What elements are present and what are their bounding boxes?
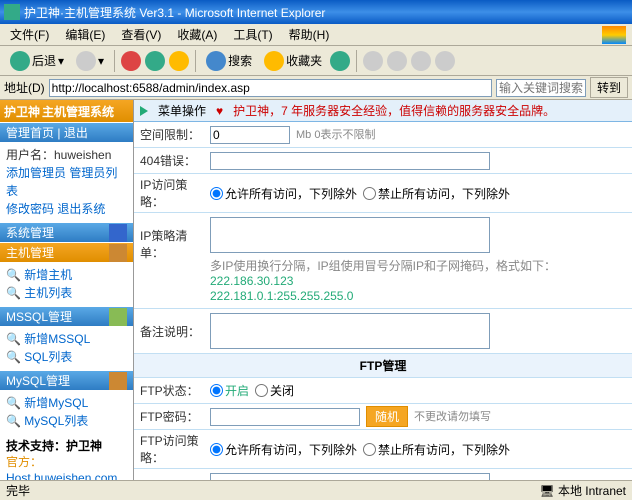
status-text: 完毕 (6, 482, 30, 499)
ip-list-label: IP策略清单： (140, 217, 210, 261)
menu-tools[interactable]: 工具(T) (229, 24, 276, 45)
favorites-button[interactable]: 收藏夹 (260, 49, 326, 73)
discuss-icon[interactable] (435, 51, 455, 71)
menu-fav[interactable]: 收藏(A) (173, 24, 221, 45)
nav-mysql-header[interactable]: MySQL管理 (0, 370, 133, 390)
ftp-section-header: FTP管理 (134, 354, 632, 378)
nav-add-mssql[interactable]: 🔍 新增MSSQL (6, 330, 127, 348)
status-zone: 🖥 本地 Intranet (539, 482, 626, 499)
home-icon[interactable] (169, 51, 189, 71)
main-header: 菜单操作 ♥ 护卫神，7 年服务器安全经验，值得信赖的服务器安全品牌。 (134, 100, 632, 122)
main-panel: 菜单操作 ♥ 护卫神，7 年服务器安全经验，值得信赖的服务器安全品牌。 空间限制… (134, 100, 632, 480)
go-button[interactable]: 转到 (590, 77, 628, 98)
forward-button[interactable]: ▾ (72, 49, 108, 73)
nav-home-header[interactable]: 管理首页 | 退出 (0, 122, 133, 142)
nav-host-header[interactable]: 主机管理 (0, 242, 133, 262)
toolbar: 后退 ▾ ▾ 搜索 收藏夹 (0, 46, 632, 76)
ip-deny-radio[interactable]: 禁止所有访问，下列除外 (363, 185, 510, 202)
slogan: 护卫神，7 年服务器安全经验，值得信赖的服务器安全品牌。 (233, 102, 555, 119)
ftp-pwd-label: FTP密码： (140, 408, 210, 425)
cube-icon (109, 244, 127, 262)
ftp-open-radio[interactable]: 开启 (210, 382, 249, 399)
gear-icon (109, 224, 127, 242)
nav-add-admin[interactable]: 添加管理员 管理员列表 (6, 164, 127, 200)
refresh-icon[interactable] (145, 51, 165, 71)
nav-change-pwd[interactable]: 修改密码 退出系统 (6, 200, 127, 218)
err404-label: 404错误： (140, 152, 210, 169)
keyword-input[interactable] (496, 79, 586, 97)
app-icon (4, 4, 20, 20)
nav-mysql-list[interactable]: 🔍 MySQL列表 (6, 412, 127, 430)
window-title: 护卫神·主机管理系统 Ver3.1 - Microsoft Internet E… (24, 4, 325, 21)
ip-policy-label: IP访问策略： (140, 176, 210, 210)
space-input[interactable] (210, 126, 290, 144)
nav-mssql-list[interactable]: 🔍 SQL列表 (6, 348, 127, 366)
history-icon[interactable] (330, 51, 350, 71)
edit-icon[interactable] (411, 51, 431, 71)
windows-flag-icon (602, 26, 626, 44)
random-button[interactable]: 随机 (366, 406, 408, 427)
ftp-deny-radio[interactable]: 禁止所有访问，下列除外 (363, 441, 510, 458)
play-icon (140, 106, 148, 116)
stop-icon[interactable] (121, 51, 141, 71)
ip-allow-radio[interactable]: 允许所有访问，下列除外 (210, 185, 357, 202)
nav-sys-header[interactable]: 系统管理 (0, 222, 133, 242)
logo: 护卫神主机管理系统 (0, 100, 133, 122)
menu-edit[interactable]: 编辑(E) (61, 24, 109, 45)
url-input[interactable] (49, 79, 492, 97)
db-icon (109, 372, 127, 390)
window-titlebar: 护卫神·主机管理系统 Ver3.1 - Microsoft Internet E… (0, 0, 632, 24)
remark-label: 备注说明： (140, 313, 210, 340)
nav-add-host[interactable]: 🔍 新增主机 (6, 266, 127, 284)
sidebar: 护卫神主机管理系统 管理首页 | 退出 用户名：huweishen 添加管理员 … (0, 100, 134, 480)
users-icon (109, 308, 127, 326)
print-icon[interactable] (387, 51, 407, 71)
menubar: 文件(F) 编辑(E) 查看(V) 收藏(A) 工具(T) 帮助(H) (0, 24, 632, 46)
ftp-pwd-input[interactable] (210, 408, 360, 426)
ip-list-textarea[interactable] (210, 217, 490, 253)
nav-host-list[interactable]: 🔍 主机列表 (6, 284, 127, 302)
ftp-status-label: FTP状态： (140, 382, 210, 399)
nav-mssql-header[interactable]: MSSQL管理 (0, 306, 133, 326)
menu-file[interactable]: 文件(F) (6, 24, 53, 45)
ftp-list-label: IP策略清单： (140, 473, 210, 480)
ftp-allow-radio[interactable]: 允许所有访问，下列除外 (210, 441, 357, 458)
space-label: 空间限制： (140, 126, 210, 143)
menu-help[interactable]: 帮助(H) (285, 24, 334, 45)
remark-textarea[interactable] (210, 313, 490, 349)
main-title: 菜单操作 (158, 102, 206, 119)
ftp-policy-label: FTP访问策略： (140, 432, 210, 466)
search-button[interactable]: 搜索 (202, 49, 256, 73)
address-label: 地址(D) (4, 79, 45, 96)
ftp-close-radio[interactable]: 关闭 (255, 382, 294, 399)
menu-view[interactable]: 查看(V) (117, 24, 165, 45)
err404-input[interactable] (210, 152, 490, 170)
nav-username: 用户名：huweishen (6, 146, 127, 164)
address-bar: 地址(D) 转到 (0, 76, 632, 100)
back-button[interactable]: 后退 ▾ (6, 49, 68, 73)
support-info: 技术支持：护卫神 官方：Host.huweishen.com 注意事项：本程序由… (0, 434, 133, 480)
ftp-list-textarea[interactable] (210, 473, 490, 480)
status-bar: 完毕 🖥 本地 Intranet (0, 480, 632, 500)
mail-icon[interactable] (363, 51, 383, 71)
nav-add-mysql[interactable]: 🔍 新增MySQL (6, 394, 127, 412)
